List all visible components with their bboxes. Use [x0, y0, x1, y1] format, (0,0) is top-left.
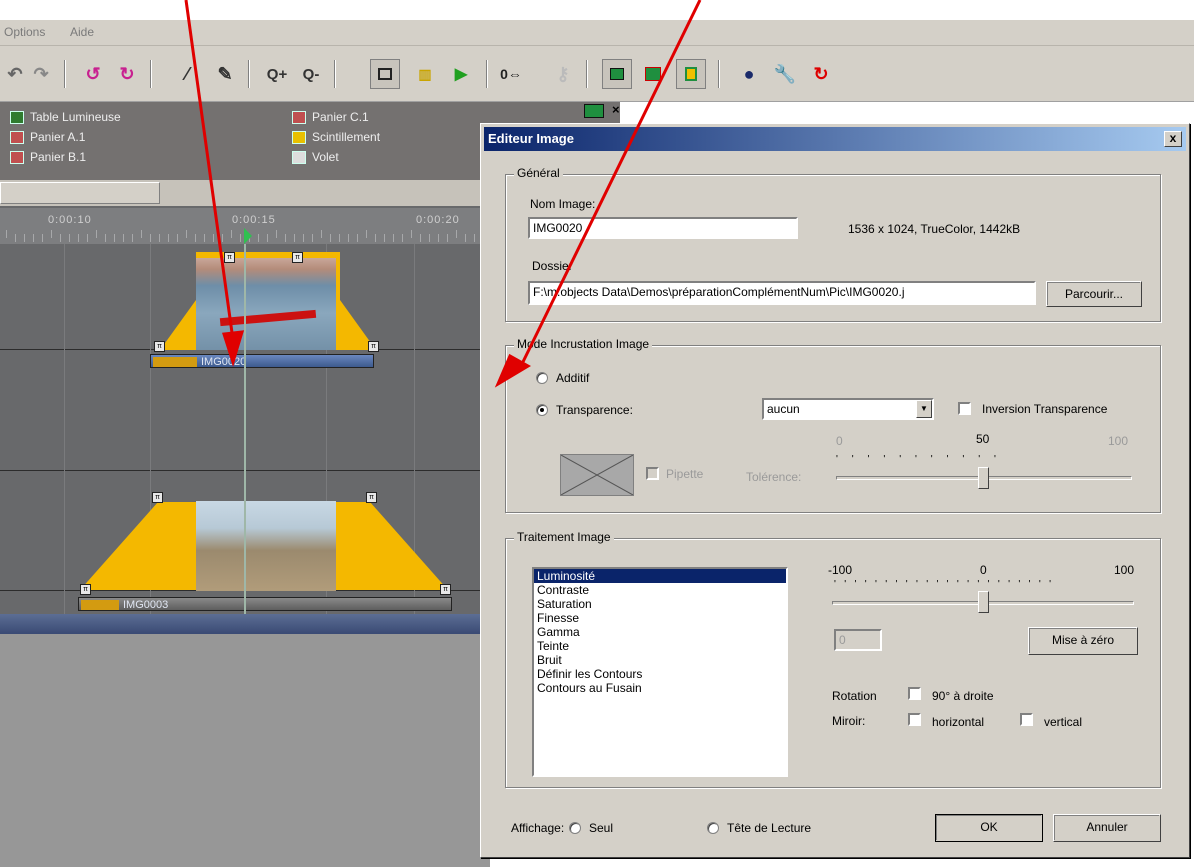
annotation-arrows	[184, 0, 702, 388]
annotation-arrow-head	[222, 330, 245, 368]
annotation-arrow-line	[184, 0, 235, 341]
annotation-arrow-line	[518, 0, 702, 369]
